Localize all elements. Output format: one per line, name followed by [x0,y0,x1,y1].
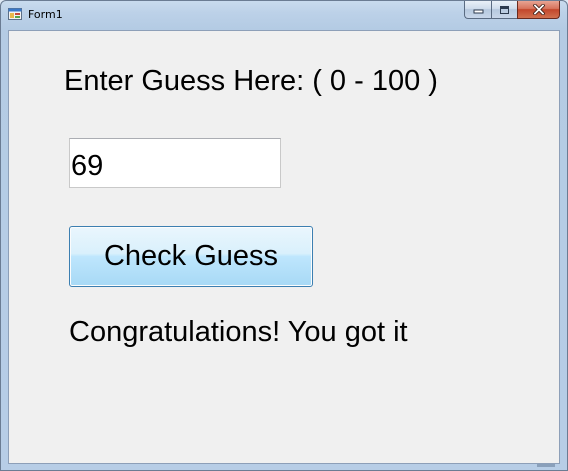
window-title: Form1 [28,8,63,21]
result-label: Congratulations! You got it [69,316,408,348]
title-bar[interactable]: Form1 [1,1,567,29]
check-guess-button[interactable]: Check Guess [69,226,313,287]
form-app-icon [8,8,22,20]
close-button[interactable] [517,1,560,19]
guess-prompt-label: Enter Guess Here: ( 0 - 100 ) [64,65,438,97]
maximize-button[interactable] [491,1,517,19]
maximize-icon [500,5,509,14]
caption-buttons [464,1,560,20]
app-window: Form1 Enter Guess Here: ( 0 - 100) 69 C… [0,0,568,471]
form-client-area: Enter Guess Here: ( 0 - 100 ) Check Gues… [8,30,560,464]
guess-input[interactable] [69,138,281,188]
minimize-button[interactable] [464,1,491,19]
minimize-icon [473,9,483,13]
close-icon [532,4,545,15]
resize-grip-icon[interactable] [537,463,555,468]
